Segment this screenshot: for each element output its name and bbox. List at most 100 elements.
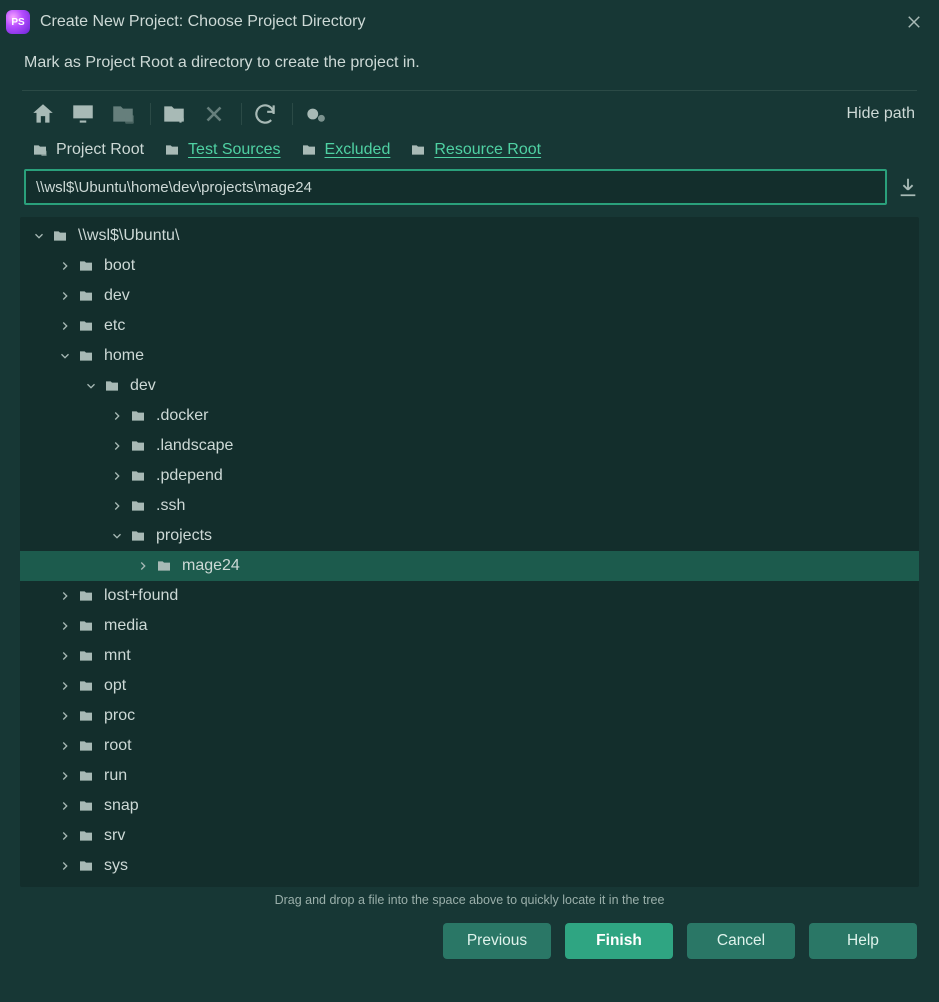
tree-row[interactable]: snap [20,791,919,821]
tree-row-label: .ssh [156,497,185,515]
chevron-down-icon[interactable] [110,529,124,543]
tree-row[interactable]: dev [20,281,919,311]
titlebar: PS Create New Project: Choose Project Di… [0,0,939,44]
root-kinds-row: Project Root Test Sources Excluded Resou… [0,135,939,169]
chevron-right-icon[interactable] [58,739,72,753]
root-kind-label: Excluded [325,141,391,159]
tree-row[interactable]: home [20,341,919,371]
tree-row[interactable]: .ssh [20,491,919,521]
tree-row[interactable]: opt [20,671,919,701]
directory-tree-scroll[interactable]: \\wsl$\Ubuntu\bootdevetchomedev.docker.l… [20,217,919,887]
previous-button[interactable]: Previous [443,923,551,959]
tree-row[interactable]: projects [20,521,919,551]
dialog-footer: Previous Finish Cancel Help [0,917,939,959]
tree-row[interactable]: media [20,611,919,641]
chevron-right-icon[interactable] [58,709,72,723]
app-logo-icon: PS [6,10,30,34]
root-kind-test-sources[interactable]: Test Sources [162,141,280,159]
root-kind-resource-root[interactable]: Resource Root [408,141,541,159]
tree-row[interactable]: root [20,731,919,761]
cancel-button[interactable]: Cancel [687,923,795,959]
tree-row[interactable]: mage24 [20,551,919,581]
home-icon[interactable] [30,101,56,127]
path-input[interactable] [24,169,887,205]
directory-tree: \\wsl$\Ubuntu\bootdevetchomedev.docker.l… [20,217,919,887]
tree-row[interactable]: etc [20,311,919,341]
folder-icon [76,588,96,604]
folder-icon [50,228,70,244]
chevron-right-icon[interactable] [58,649,72,663]
tree-row[interactable]: tmp [20,881,919,887]
folder-icon [76,288,96,304]
tree-row-label: proc [104,707,135,725]
tree-row[interactable]: srv [20,821,919,851]
show-hidden-icon[interactable] [303,101,329,127]
download-icon[interactable] [897,176,919,198]
chevron-right-icon[interactable] [58,799,72,813]
tree-row[interactable]: sys [20,851,919,881]
root-kind-excluded[interactable]: Excluded [299,141,391,159]
chevron-right-icon[interactable] [58,289,72,303]
folder-icon [76,708,96,724]
delete-icon[interactable] [201,101,227,127]
tree-row[interactable]: run [20,761,919,791]
tree-row-label: srv [104,827,125,845]
chevron-right-icon[interactable] [110,409,124,423]
folder-icon [76,828,96,844]
tree-row[interactable]: lost+found [20,581,919,611]
help-button[interactable]: Help [809,923,917,959]
chevron-right-icon[interactable] [58,259,72,273]
tree-row[interactable]: .landscape [20,431,919,461]
tree-row-label: .pdepend [156,467,223,485]
tree-row-label: snap [104,797,139,815]
project-folder-icon[interactable] [110,101,136,127]
close-icon[interactable] [905,13,923,31]
root-kind-label: Test Sources [188,141,280,159]
folder-icon [408,142,428,158]
tree-row-label: .docker [156,407,208,425]
chevron-right-icon[interactable] [58,319,72,333]
drag-hint: Drag and drop a file into the space abov… [0,891,939,917]
chevron-right-icon[interactable] [110,439,124,453]
folder-icon [128,408,148,424]
chevron-down-icon[interactable] [58,349,72,363]
folder-icon [76,318,96,334]
folder-icon [76,258,96,274]
finish-button[interactable]: Finish [565,923,673,959]
folder-icon [76,678,96,694]
chevron-right-icon[interactable] [58,679,72,693]
tree-row[interactable]: .docker [20,401,919,431]
folder-icon [30,142,50,158]
tree-row-label: run [104,767,127,785]
chevron-right-icon[interactable] [110,469,124,483]
tree-row-label: mage24 [182,557,240,575]
folder-icon [128,438,148,454]
folder-icon [128,528,148,544]
refresh-icon[interactable] [252,101,278,127]
tree-row[interactable]: dev [20,371,919,401]
tree-row-label: lost+found [104,587,178,605]
tree-row[interactable]: proc [20,701,919,731]
new-folder-icon[interactable] [161,101,187,127]
folder-icon [128,498,148,514]
root-kind-label: Project Root [56,141,144,159]
folder-icon [162,142,182,158]
chevron-right-icon[interactable] [136,559,150,573]
chevron-down-icon[interactable] [32,229,46,243]
chevron-right-icon[interactable] [58,859,72,873]
chevron-right-icon[interactable] [58,589,72,603]
chevron-right-icon[interactable] [58,619,72,633]
chevron-right-icon[interactable] [110,499,124,513]
tree-row-label: dev [104,287,130,305]
tree-row-label: root [104,737,132,755]
tree-row[interactable]: boot [20,251,919,281]
desktop-icon[interactable] [70,101,96,127]
chevron-down-icon[interactable] [84,379,98,393]
root-kind-project-root[interactable]: Project Root [30,141,144,159]
chevron-right-icon[interactable] [58,769,72,783]
hide-path-link[interactable]: Hide path [847,105,916,123]
tree-row[interactable]: \\wsl$\Ubuntu\ [20,221,919,251]
tree-row[interactable]: .pdepend [20,461,919,491]
tree-row[interactable]: mnt [20,641,919,671]
chevron-right-icon[interactable] [58,829,72,843]
